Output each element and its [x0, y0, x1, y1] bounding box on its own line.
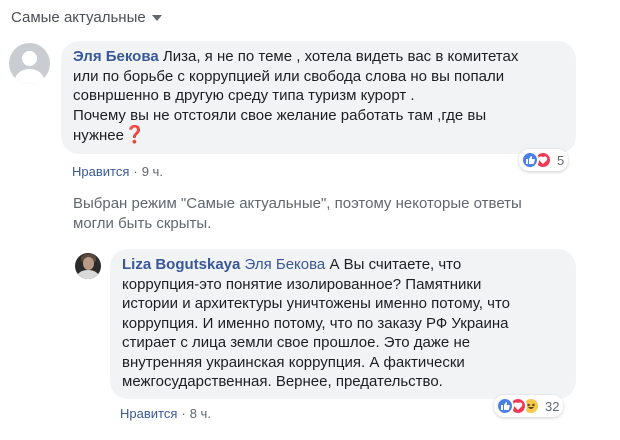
reactions-summary[interactable]: 32 [494, 395, 564, 417]
comment-text-line: или по борьбе с коррупцией или свобода с… [73, 67, 505, 85]
notice-line: могли быть скрыты. [73, 215, 212, 232]
default-avatar-head [22, 51, 37, 66]
reply-timestamp[interactable]: 8 ч. [190, 406, 211, 421]
reply-text-line: истории и архитектуры уничтожены именно … [122, 295, 510, 312]
reaction-count: 5 [557, 152, 565, 168]
comment-sort-dropdown[interactable]: Самые актуальные [11, 9, 162, 26]
like-link[interactable]: Нравится [72, 164, 129, 179]
hidden-replies-notice: Выбран режим "Самые актуальные", поэтому… [73, 194, 573, 234]
comment-actions: Нравится · 9 ч. [72, 164, 163, 179]
default-avatar-body [15, 69, 44, 84]
sort-label: Самые актуальные [11, 9, 146, 26]
reactions-summary[interactable]: 5 [519, 149, 569, 171]
comment-text-line: совнршенно в другую среду типа туризм ку… [73, 87, 415, 104]
comment-author-link[interactable]: Эля Бекова [73, 48, 159, 65]
comment-text-line: нужнее [73, 127, 124, 144]
reaction-count: 32 [545, 398, 560, 414]
reply-text-line: внутренняя украинская коррупция. А факти… [122, 353, 465, 371]
reply-text-line: коррупция-это понятие изолированное? Пам… [122, 275, 482, 293]
comment-timestamp[interactable]: 9 ч. [142, 164, 163, 179]
notice-line: Выбран режим "Самые актуальные", поэтому… [73, 195, 522, 212]
reply-text-line: коррупция. И именно потому, что по заказ… [122, 314, 509, 332]
like-reaction-icon [521, 151, 539, 169]
reply-actions: Нравится · 8 ч. [120, 406, 211, 421]
avatar-comment-author[interactable] [9, 43, 50, 84]
caret-down-icon [151, 14, 162, 21]
question-mark-emoji: ❓ [123, 125, 146, 144]
reply-author-link[interactable]: Liza Bogutskaya [122, 256, 240, 273]
like-reaction-icon [496, 397, 514, 415]
avatar-reply-author[interactable] [75, 253, 101, 279]
reply-text-line: А Вы считаете, что [329, 256, 462, 273]
reply-text-line: стирает с лица земли свое прошлое. Это д… [122, 334, 471, 351]
reply-bubble: Liza Bogutskaya Эля Бекова А Вы считаете… [110, 249, 576, 399]
mention-link[interactable]: Эля Бекова [245, 256, 326, 273]
avatar-face [83, 257, 94, 270]
reply-text-line: межгосударственная. Вернее, предательств… [122, 373, 443, 390]
like-link[interactable]: Нравится [120, 406, 177, 421]
comment-bubble: Эля Бекова Лиза, я не по теме , хотела в… [61, 41, 576, 154]
comment-text-line: Лиза, я не по теме , хотела видеть вас в… [162, 48, 519, 65]
comment-text-line: Почему вы не отстояли свое желание работ… [73, 106, 487, 124]
avatar-shoulders [77, 270, 99, 279]
separator-dot: · [181, 406, 186, 421]
separator-dot: · [133, 164, 138, 179]
